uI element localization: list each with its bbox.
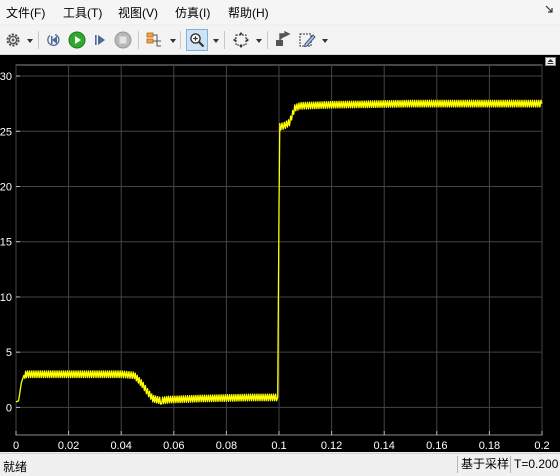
signal-select-icon bbox=[146, 32, 161, 47]
undock-button[interactable] bbox=[545, 57, 556, 66]
run-button[interactable] bbox=[66, 29, 88, 51]
x-tick-label: 0.18 bbox=[479, 440, 500, 452]
signal-select-dropdown-arrow[interactable] bbox=[170, 39, 176, 43]
signal-select-button[interactable] bbox=[143, 29, 165, 51]
y-tick-label: 15 bbox=[0, 237, 12, 249]
highlight-block-icon bbox=[276, 31, 291, 46]
menu-help[interactable]: 帮助(H) bbox=[228, 5, 269, 21]
settings-button[interactable] bbox=[2, 29, 24, 51]
x-tick-label: 0.06 bbox=[163, 440, 184, 452]
x-tick-label: 0.2 bbox=[534, 440, 549, 452]
dock-arrow-icon[interactable] bbox=[544, 4, 554, 14]
highlight-block-button[interactable] bbox=[272, 29, 294, 51]
step-forward-icon bbox=[95, 35, 105, 45]
fit-to-view-button[interactable] bbox=[230, 29, 252, 51]
x-tick-label: 0.12 bbox=[321, 440, 342, 452]
y-tick-label: 25 bbox=[0, 126, 12, 138]
y-tick-label: 20 bbox=[0, 181, 12, 193]
settings-dropdown-arrow[interactable] bbox=[27, 39, 33, 43]
stop-icon bbox=[114, 31, 132, 49]
x-tick-label: 0.1 bbox=[271, 440, 286, 452]
scope-plot[interactable]: 0 0.02 0.04 0.06 0.08 0.1 0.12 0.14 0.16 0.18 0.2 0… bbox=[0, 55, 560, 452]
step-back-button[interactable] bbox=[43, 29, 65, 51]
zoom-in-icon bbox=[190, 33, 205, 48]
gear-icon bbox=[6, 33, 20, 47]
edit-style-dropdown-arrow[interactable] bbox=[322, 39, 328, 43]
toolbar-separator bbox=[267, 31, 268, 49]
fit-to-view-icon bbox=[233, 32, 249, 48]
y-tick-label: 30 bbox=[0, 71, 12, 83]
y-tick-label: 5 bbox=[6, 347, 12, 359]
toolbar-separator bbox=[138, 31, 139, 49]
menu-view[interactable]: 视图(V) bbox=[118, 5, 158, 21]
status-bar: 就绪 基于采样 T=0.200 bbox=[0, 453, 560, 476]
fit-dropdown-arrow[interactable] bbox=[256, 39, 262, 43]
zoom-dropdown-arrow[interactable] bbox=[213, 39, 219, 43]
y-tick-label: 10 bbox=[0, 292, 12, 304]
simulation-time: T=0.200 bbox=[510, 456, 558, 473]
toolbar-separator bbox=[180, 31, 181, 49]
edit-style-icon bbox=[299, 33, 316, 48]
step-back-icon bbox=[47, 33, 60, 46]
toolbar-separator bbox=[38, 31, 39, 49]
toolbar bbox=[0, 26, 560, 55]
x-tick-label: 0.08 bbox=[216, 440, 237, 452]
stop-button[interactable] bbox=[112, 29, 134, 51]
x-tick-label: 0 bbox=[13, 440, 19, 452]
menu-simulation[interactable]: 仿真(I) bbox=[175, 5, 210, 21]
zoom-in-button[interactable] bbox=[186, 29, 208, 51]
x-tick-label: 0.16 bbox=[426, 440, 447, 452]
expand-arrow-icon bbox=[547, 59, 554, 64]
menu-bar: 文件(F) 工具(T) 视图(V) 仿真(I) 帮助(H) bbox=[0, 0, 560, 24]
sample-mode-indicator: 基于采样 bbox=[457, 456, 509, 473]
x-tick-label: 0.14 bbox=[373, 440, 394, 452]
run-icon bbox=[68, 31, 86, 49]
edit-style-button[interactable] bbox=[296, 29, 318, 51]
scope-chart[interactable]: 0 0.02 0.04 0.06 0.08 0.1 0.12 0.14 0.16 0.18 0.2 0… bbox=[0, 55, 560, 452]
x-tick-label: 0.04 bbox=[110, 440, 131, 452]
step-forward-button[interactable] bbox=[89, 29, 111, 51]
y-tick-label: 0 bbox=[6, 402, 12, 414]
menu-tools[interactable]: 工具(T) bbox=[63, 5, 102, 21]
toolbar-separator bbox=[224, 31, 225, 49]
x-tick-label: 0.02 bbox=[58, 440, 79, 452]
status-text: 就绪 bbox=[3, 460, 28, 474]
menu-file[interactable]: 文件(F) bbox=[6, 5, 45, 21]
